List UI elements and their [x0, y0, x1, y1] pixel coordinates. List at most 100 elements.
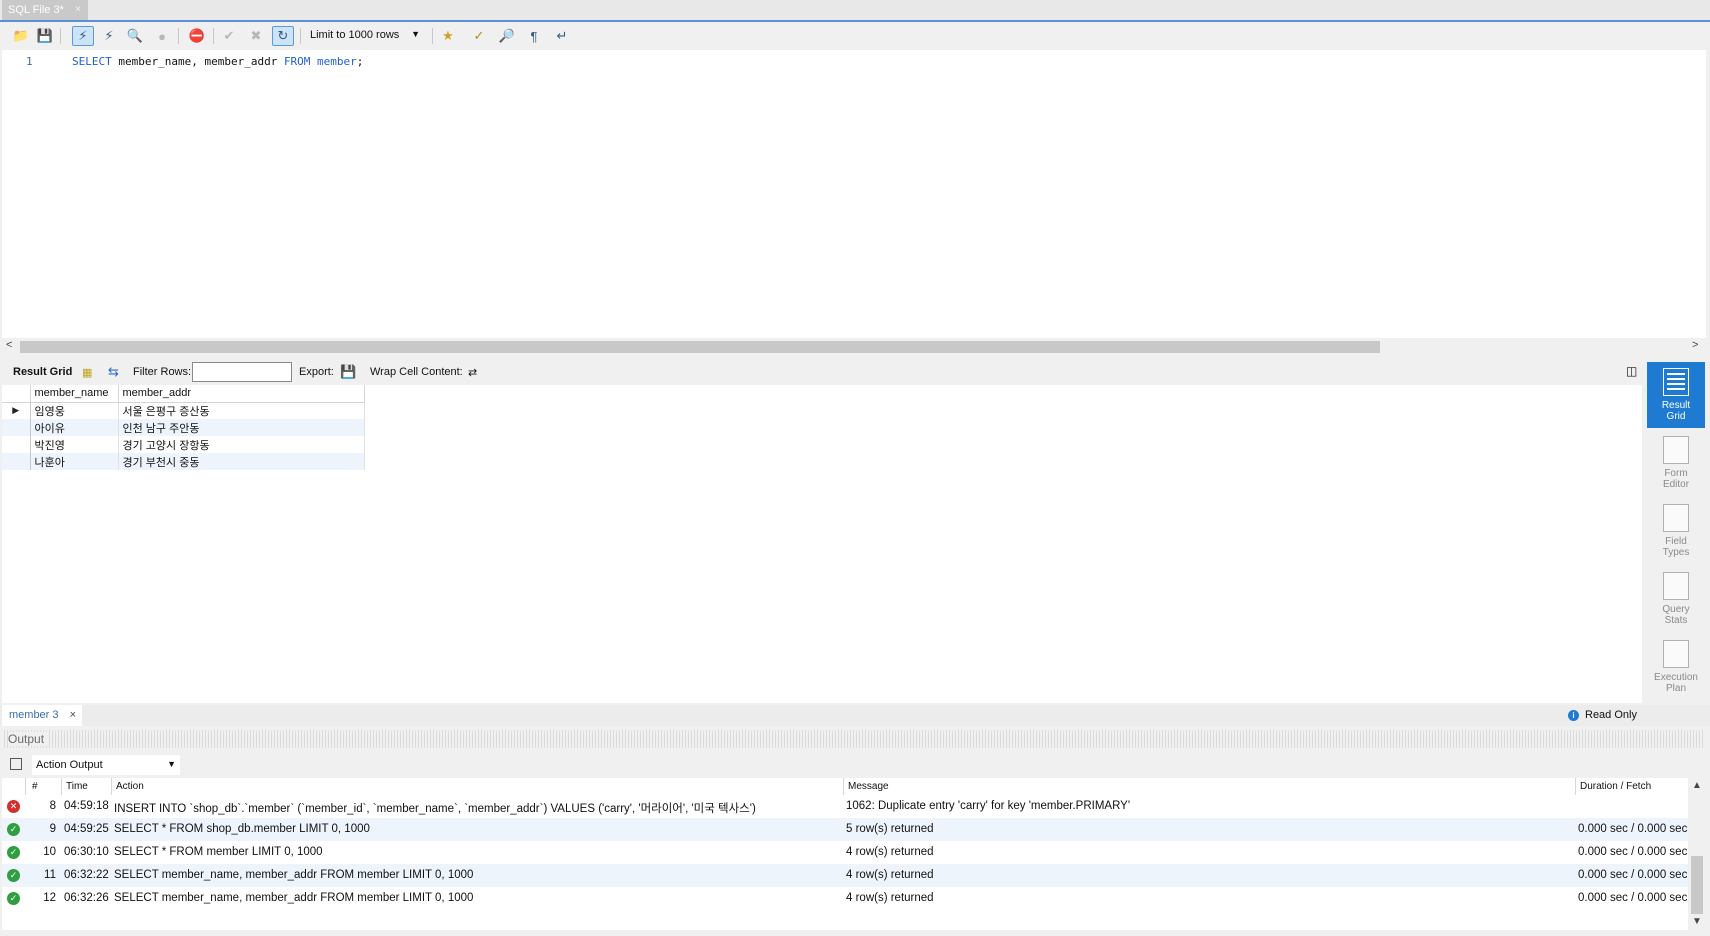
- file-tab-sql-file-3[interactable]: SQL File 3* ×: [2, 0, 88, 20]
- output-table[interactable]: # Time Action Message Duration / Fetch ✕…: [2, 778, 1688, 930]
- output-row[interactable]: ✓ 11 06:32:22 SELECT member_name, member…: [2, 864, 1688, 887]
- output-row[interactable]: ✓ 9 04:59:25 SELECT * FROM shop_db.membe…: [2, 818, 1688, 841]
- output-action: SELECT member_name, member_addr FROM mem…: [114, 869, 474, 881]
- cell-member-addr[interactable]: 경기 부천시 중동: [118, 453, 365, 470]
- sql-code-line[interactable]: SELECT member_name, member_addr FROM mem…: [72, 55, 363, 68]
- file-tab-label: SQL File 3*: [8, 4, 64, 16]
- side-tab-label: Stats: [1664, 615, 1688, 626]
- side-tab-field-types[interactable]: Field Types: [1647, 498, 1705, 564]
- result-tab-member-3[interactable]: member 3 ×: [2, 705, 82, 726]
- code-table: member: [310, 55, 357, 68]
- editor-horizontal-scrollbar[interactable]: < >: [2, 338, 1706, 356]
- table-row[interactable]: 나훈아 경기 부천시 중동: [2, 453, 365, 470]
- editor-toolbar: 📁 💾 ⚡ ⚡ 🔍 ● ⛔ ✔ ✖ ↻ Limit to 1000 rows ▼…: [0, 22, 1710, 50]
- row-selector[interactable]: [2, 419, 31, 436]
- cell-member-name[interactable]: 임영웅: [30, 402, 119, 419]
- beautify-icon[interactable]: ✓: [468, 26, 490, 46]
- output-message: 4 row(s) returned: [846, 869, 934, 881]
- cell-member-addr[interactable]: 경기 고양시 장항동: [118, 436, 365, 453]
- output-header-time[interactable]: Time: [62, 778, 112, 795]
- output-header-action[interactable]: Action: [112, 778, 844, 795]
- export-icon[interactable]: 💾: [340, 364, 356, 380]
- output-header-message[interactable]: Message: [844, 778, 1576, 795]
- output-status-header: [2, 778, 26, 795]
- toolbar-separator: [178, 28, 179, 44]
- output-num: 12: [43, 892, 56, 904]
- keyword-from: FROM: [283, 55, 311, 68]
- wrap-icon[interactable]: ↵: [551, 26, 573, 46]
- side-tab-label: Form: [1664, 468, 1688, 479]
- commit-icon[interactable]: ✔: [218, 26, 240, 46]
- table-row[interactable]: ▶ 임영웅 서울 은평구 증산동: [2, 402, 365, 419]
- cell-member-name[interactable]: 박진영: [30, 436, 119, 453]
- output-row[interactable]: ✕ 8 04:59:18 INSERT INTO `shop_db`.`memb…: [2, 795, 1688, 818]
- result-tabs-bar: member 3 × i Read Only: [0, 705, 1710, 726]
- output-num: 9: [49, 823, 56, 835]
- refresh-icon[interactable]: ⇆: [108, 364, 119, 380]
- output-row[interactable]: ✓ 10 06:30:10 SELECT * FROM member LIMIT…: [2, 841, 1688, 864]
- output-type-select[interactable]: Action Output ▼: [32, 755, 180, 775]
- wrap-cell-icon[interactable]: ⇄: [468, 366, 477, 379]
- autocommit-icon[interactable]: ↻: [272, 26, 294, 46]
- rollback-icon[interactable]: ✖: [245, 26, 267, 46]
- side-tab-execution-plan[interactable]: Execution Plan: [1647, 634, 1705, 700]
- success-check-icon: ✓: [7, 892, 20, 905]
- stop-icon[interactable]: ●: [151, 26, 173, 46]
- result-header-row: member_name member_addr: [2, 385, 365, 403]
- execute-statement-icon[interactable]: ⚡: [98, 26, 120, 46]
- scroll-up-icon[interactable]: ▲: [1692, 780, 1702, 791]
- row-selector-arrow-icon[interactable]: ▶: [2, 402, 31, 419]
- output-row[interactable]: ✓ 12 06:32:26 SELECT member_name, member…: [2, 887, 1688, 910]
- result-grid[interactable]: member_name member_addr ▶ 임영웅 서울 은평구 증산동…: [2, 385, 1642, 703]
- side-tab-query-stats[interactable]: Query Stats: [1647, 566, 1705, 632]
- open-file-icon[interactable]: 📁: [10, 26, 32, 46]
- side-tab-result-grid[interactable]: Result Grid: [1647, 362, 1705, 428]
- result-grid-icon: [1663, 368, 1689, 396]
- output-vertical-scrollbar[interactable]: ▲ ▼: [1688, 778, 1706, 930]
- close-icon[interactable]: ×: [70, 709, 76, 721]
- add-snippet-star-icon[interactable]: ★: [437, 26, 459, 46]
- execute-icon[interactable]: ⚡: [72, 26, 94, 46]
- cell-member-addr[interactable]: 인천 남구 주안동: [118, 419, 365, 436]
- output-time: 06:32:22: [64, 869, 109, 881]
- column-header-member-addr[interactable]: member_addr: [118, 385, 365, 403]
- output-time: 04:59:25: [64, 823, 109, 835]
- copy-icon[interactable]: [10, 758, 22, 770]
- filter-rows-input[interactable]: [192, 362, 292, 382]
- output-panel-header: Output: [2, 730, 1704, 748]
- scroll-right-icon[interactable]: >: [1692, 339, 1698, 351]
- column-header-member-name[interactable]: member_name: [30, 385, 119, 403]
- scroll-left-icon[interactable]: <: [6, 339, 12, 351]
- side-tab-form-editor[interactable]: Form Editor: [1647, 430, 1705, 496]
- output-num: 10: [43, 846, 56, 858]
- output-action: SELECT * FROM shop_db.member LIMIT 0, 10…: [114, 823, 370, 835]
- side-tab-label: Execution: [1654, 672, 1698, 683]
- output-duration: 0.000 sec / 0.000 sec: [1578, 846, 1688, 858]
- save-icon[interactable]: 💾: [34, 26, 56, 46]
- sql-editor[interactable]: 1 SELECT member_name, member_addr FROM m…: [2, 50, 1706, 338]
- export-label: Export:: [299, 366, 334, 378]
- row-selector[interactable]: [2, 436, 31, 453]
- cell-member-name[interactable]: 아이유: [30, 419, 119, 436]
- toggle-continue-icon[interactable]: ⛔: [186, 26, 208, 46]
- scroll-down-icon[interactable]: ▼: [1692, 916, 1702, 927]
- scrollbar-thumb[interactable]: [1691, 856, 1703, 914]
- info-icon: i: [1568, 710, 1579, 721]
- limit-rows-select[interactable]: Limit to 1000 rows ▼: [306, 27, 424, 45]
- code-end: ;: [356, 55, 364, 68]
- output-header-duration[interactable]: Duration / Fetch: [1576, 778, 1688, 795]
- row-selector[interactable]: [2, 453, 31, 470]
- close-icon[interactable]: ×: [75, 4, 81, 15]
- output-header-num[interactable]: #: [26, 778, 62, 795]
- invisible-chars-icon[interactable]: ¶: [523, 26, 545, 46]
- scrollbar-thumb[interactable]: [20, 341, 1380, 353]
- cell-member-addr[interactable]: 서울 은평구 증산동: [118, 402, 365, 419]
- grid-view-icon[interactable]: ▦: [82, 366, 92, 379]
- cell-member-name[interactable]: 나훈아: [30, 453, 119, 470]
- table-row[interactable]: 아이유 인천 남구 주안동: [2, 419, 365, 436]
- output-num: 11: [44, 869, 56, 881]
- toggle-panel-icon[interactable]: ◫: [1626, 364, 1637, 378]
- find-icon[interactable]: 🔎: [496, 26, 518, 46]
- table-row[interactable]: 박진영 경기 고양시 장항동: [2, 436, 365, 453]
- explain-icon[interactable]: 🔍: [124, 26, 146, 46]
